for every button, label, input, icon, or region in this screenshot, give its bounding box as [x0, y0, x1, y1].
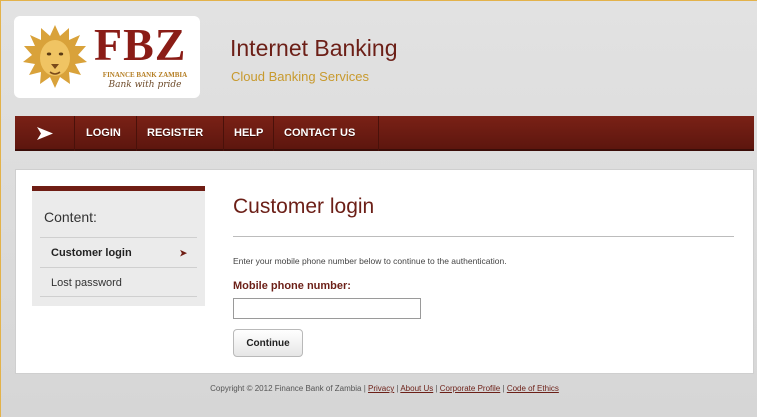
sidebar-item-label: Lost password	[51, 277, 122, 289]
main-nav: LOGIN REGISTER HELP CONTACT US	[15, 116, 754, 151]
lion-icon	[23, 25, 87, 88]
copyright-text: Copyright © 2012 Finance Bank of Zambia …	[210, 384, 366, 393]
main-panel: Content: Customer login ➤ Lost password …	[15, 169, 754, 374]
site-subtitle: Cloud Banking Services	[231, 69, 370, 84]
mobile-phone-input[interactable]	[233, 298, 421, 319]
footer: Copyright © 2012 Finance Bank of Zambia …	[210, 384, 559, 393]
sidebar-item-customer-login[interactable]: Customer login ➤	[40, 237, 197, 267]
footer-link-privacy[interactable]: Privacy	[368, 384, 394, 393]
logo-brand-text: FBZ	[94, 19, 187, 70]
nav-item-help[interactable]: HELP	[224, 116, 274, 151]
bank-logo[interactable]: FBZ FINANCE BANK ZAMBIA Bank with pride	[14, 16, 200, 98]
nav-item-contact-us[interactable]: CONTACT US	[274, 116, 379, 151]
nav-item-login[interactable]: LOGIN	[76, 116, 137, 151]
arrow-right-icon: ➤	[179, 248, 187, 258]
mobile-phone-label: Mobile phone number:	[233, 280, 351, 292]
sidebar-item-label: Customer login	[51, 247, 132, 259]
footer-link-corporate-profile[interactable]: Corporate Profile	[440, 384, 500, 393]
arrow-right-icon	[37, 127, 53, 140]
instructions-text: Enter your mobile phone number below to …	[233, 256, 507, 266]
nav-item-register[interactable]: REGISTER	[137, 116, 224, 151]
site-title: Internet Banking	[230, 35, 398, 61]
page-title: Customer login	[233, 195, 375, 218]
sidebar: Content: Customer login ➤ Lost password	[32, 186, 205, 306]
sidebar-title: Content:	[44, 209, 97, 225]
title-divider	[233, 236, 734, 237]
nav-home-arrow[interactable]	[15, 116, 75, 151]
footer-link-about-us[interactable]: About Us	[400, 384, 433, 393]
logo-bank-name: FINANCE BANK ZAMBIA	[102, 71, 188, 79]
continue-button[interactable]: Continue	[233, 329, 303, 357]
sidebar-item-lost-password[interactable]: Lost password	[40, 267, 197, 297]
logo-tagline: Bank with pride	[108, 80, 182, 90]
page: FBZ FINANCE BANK ZAMBIA Bank with pride …	[0, 0, 757, 417]
footer-link-code-of-ethics[interactable]: Code of Ethics	[507, 384, 559, 393]
